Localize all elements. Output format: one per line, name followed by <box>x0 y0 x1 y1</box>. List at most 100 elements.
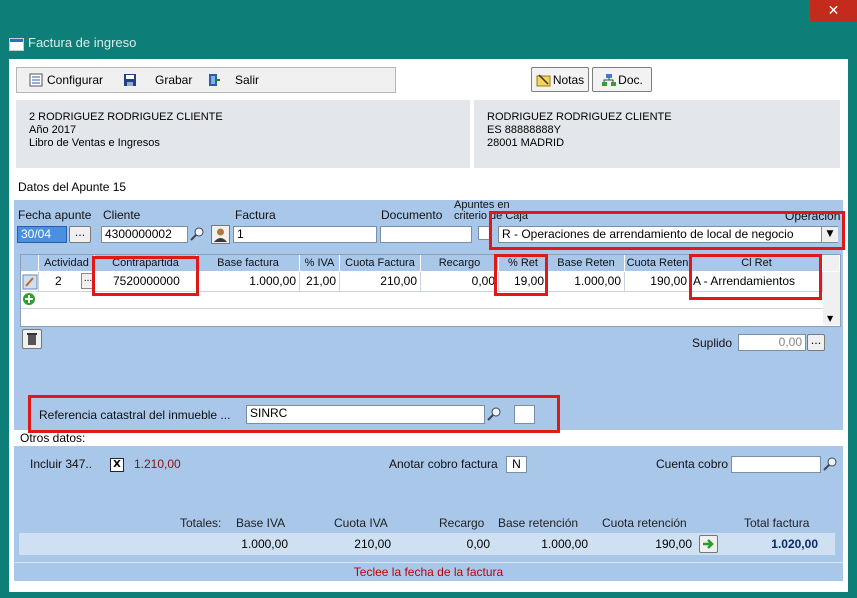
lines-grid: Actividad Contrapartida Base factura % I… <box>20 254 841 327</box>
cliente-input[interactable]: 4300000002 <box>101 226 188 243</box>
apuntes-caja-checkbox[interactable] <box>478 226 492 240</box>
tot-header-cuota-iva: Cuota IVA <box>334 516 388 530</box>
document-tree-icon <box>601 73 617 87</box>
company-line-3: Libro de Ventas e Ingresos <box>29 137 160 149</box>
anotar-cobro-input[interactable]: N <box>506 456 527 473</box>
tot-header-base-iva: Base IVA <box>236 516 286 530</box>
tot-total-factura: 1.020,00 <box>771 537 818 551</box>
row-indicator-header <box>21 255 39 271</box>
suplido-input[interactable]: 0,00 <box>738 334 806 351</box>
cell-actividad: 2 <box>55 274 62 288</box>
col-contrapartida: Contrapartida <box>95 255 197 271</box>
salir-label: Salir <box>235 73 260 87</box>
delete-row-button[interactable] <box>22 329 42 349</box>
cuenta-cobro-input[interactable] <box>731 456 821 473</box>
trash-icon <box>27 333 37 345</box>
scroll-down-icon[interactable]: ▼ <box>827 314 833 323</box>
fecha-input[interactable]: 30/04 <box>17 226 67 243</box>
add-row-icon[interactable] <box>22 292 36 309</box>
doc-button[interactable]: Doc. <box>592 67 652 92</box>
user-icon[interactable] <box>211 225 230 244</box>
edit-row-icon[interactable] <box>21 272 39 291</box>
cell-ret[interactable]: 19,00 <box>499 272 548 291</box>
configurar-button[interactable]: Configurar <box>29 71 103 89</box>
tot-base-retencion: 1.000,00 <box>541 537 588 551</box>
salir-button[interactable]: Salir <box>207 71 259 89</box>
tot-cuota-iva: 210,00 <box>354 537 391 551</box>
cliente-label: Cliente <box>103 208 141 222</box>
documento-input[interactable] <box>380 226 472 243</box>
tot-base-iva: 1.000,00 <box>241 537 288 551</box>
cell-contrapartida[interactable]: 7520000000 <box>95 272 197 291</box>
catastral-extra-input[interactable] <box>514 405 535 424</box>
catastral-search-icon[interactable] <box>486 406 502 422</box>
col-recargo: Recargo <box>421 255 499 271</box>
toolbar: Configurar Grabar Salir <box>16 67 396 93</box>
col-cl-ret: Cl Ret <box>691 255 823 271</box>
anotar-cobro-label: Anotar cobro factura <box>389 457 498 471</box>
incluir-347-label: Incluir 347.. <box>30 457 93 471</box>
close-button[interactable]: ✕ <box>810 0 857 22</box>
title-bar <box>0 0 857 60</box>
col-base-reten: Base Reten <box>548 255 625 271</box>
catastral-input[interactable]: SINRC <box>246 405 485 424</box>
col-cuota-reten: Cuota Reten <box>625 255 691 271</box>
chevron-down-icon[interactable]: ▼ <box>821 227 838 242</box>
status-bar: Teclee la fecha de la factura <box>14 562 843 581</box>
otros-datos-title: Otros datos: <box>20 431 86 445</box>
operacion-label: Operación <box>785 209 841 223</box>
search-icon[interactable] <box>189 226 205 242</box>
apuntes-caja-label: Apuntes en criterio de Caja <box>454 199 528 222</box>
col-cuota-factura: Cuota Factura <box>340 255 421 271</box>
customer-line-1: RODRIGUEZ RODRIGUEZ CLIENTE <box>487 111 672 123</box>
table-row[interactable]: 2 ... <box>39 272 95 291</box>
col-ret: % Ret <box>499 255 548 271</box>
tot-header-total-factura: Total factura <box>744 516 810 530</box>
customer-line-3: 28001 MADRID <box>487 137 565 149</box>
col-base-factura: Base factura <box>197 255 300 271</box>
cell-recargo[interactable]: 0,00 <box>421 272 499 291</box>
fecha-picker-button[interactable]: ... <box>69 226 91 243</box>
apunte-title: Datos del Apunte 15 <box>18 180 127 194</box>
incluir-347-checkbox[interactable]: X <box>110 458 124 472</box>
settings-icon <box>29 73 43 87</box>
suplido-dots-button[interactable]: ... <box>807 334 825 351</box>
company-info: 2 RODRIGUEZ RODRIGUEZ CLIENTE Año 2017 L… <box>16 100 470 168</box>
save-icon <box>123 73 137 87</box>
cuenta-cobro-label: Cuenta cobro <box>656 457 729 471</box>
notas-button[interactable]: Notas <box>531 67 589 92</box>
cell-base-reten[interactable]: 1.000,00 <box>548 272 625 291</box>
suplido-label: Suplido <box>692 336 733 350</box>
customer-info: RODRIGUEZ RODRIGUEZ CLIENTE ES 88888888Y… <box>474 100 840 168</box>
company-line-1: 2 RODRIGUEZ RODRIGUEZ CLIENTE <box>29 111 223 123</box>
cell-cuota-reten[interactable]: 190,00 <box>625 272 691 291</box>
col-iva: % IVA <box>300 255 340 271</box>
operacion-value: R - Operaciones de arrendamiento de loca… <box>502 227 794 241</box>
cell-cuota-factura[interactable]: 210,00 <box>340 272 421 291</box>
grabar-button[interactable]: Grabar <box>123 71 192 89</box>
cell-iva[interactable]: 21,00 <box>300 272 340 291</box>
window-icon <box>9 38 24 51</box>
window-title: Factura de ingreso <box>28 35 137 50</box>
configurar-label: Configurar <box>47 73 104 87</box>
scrollbar-header <box>823 255 840 271</box>
tot-cuota-retencion: 190,00 <box>655 537 692 551</box>
cell-base-factura[interactable]: 1.000,00 <box>197 272 300 291</box>
operacion-select[interactable]: R - Operaciones de arrendamiento de loca… <box>498 226 838 243</box>
notes-icon <box>536 73 551 87</box>
actividad-dots-button[interactable]: ... <box>81 273 95 289</box>
totales-label: Totales: <box>180 516 222 530</box>
factura-input[interactable]: 1 <box>233 226 377 243</box>
tot-header-cuota-retencion: Cuota retención <box>602 516 687 530</box>
company-line-2: Año 2017 <box>29 124 77 136</box>
notas-label: Notas <box>552 72 585 87</box>
customer-line-2: ES 88888888Y <box>487 124 562 136</box>
cuenta-search-icon[interactable] <box>822 456 838 472</box>
grid-scrollbar[interactable]: ▼ <box>823 272 840 325</box>
factura-label: Factura <box>235 208 276 222</box>
apply-retention-button[interactable] <box>699 535 718 553</box>
doc-label: Doc. <box>618 72 643 87</box>
catastral-label: Referencia catastral del inmueble ... <box>39 408 231 422</box>
cell-cl-ret[interactable]: A - Arrendamientos <box>691 272 823 291</box>
col-actividad: Actividad <box>39 255 95 271</box>
